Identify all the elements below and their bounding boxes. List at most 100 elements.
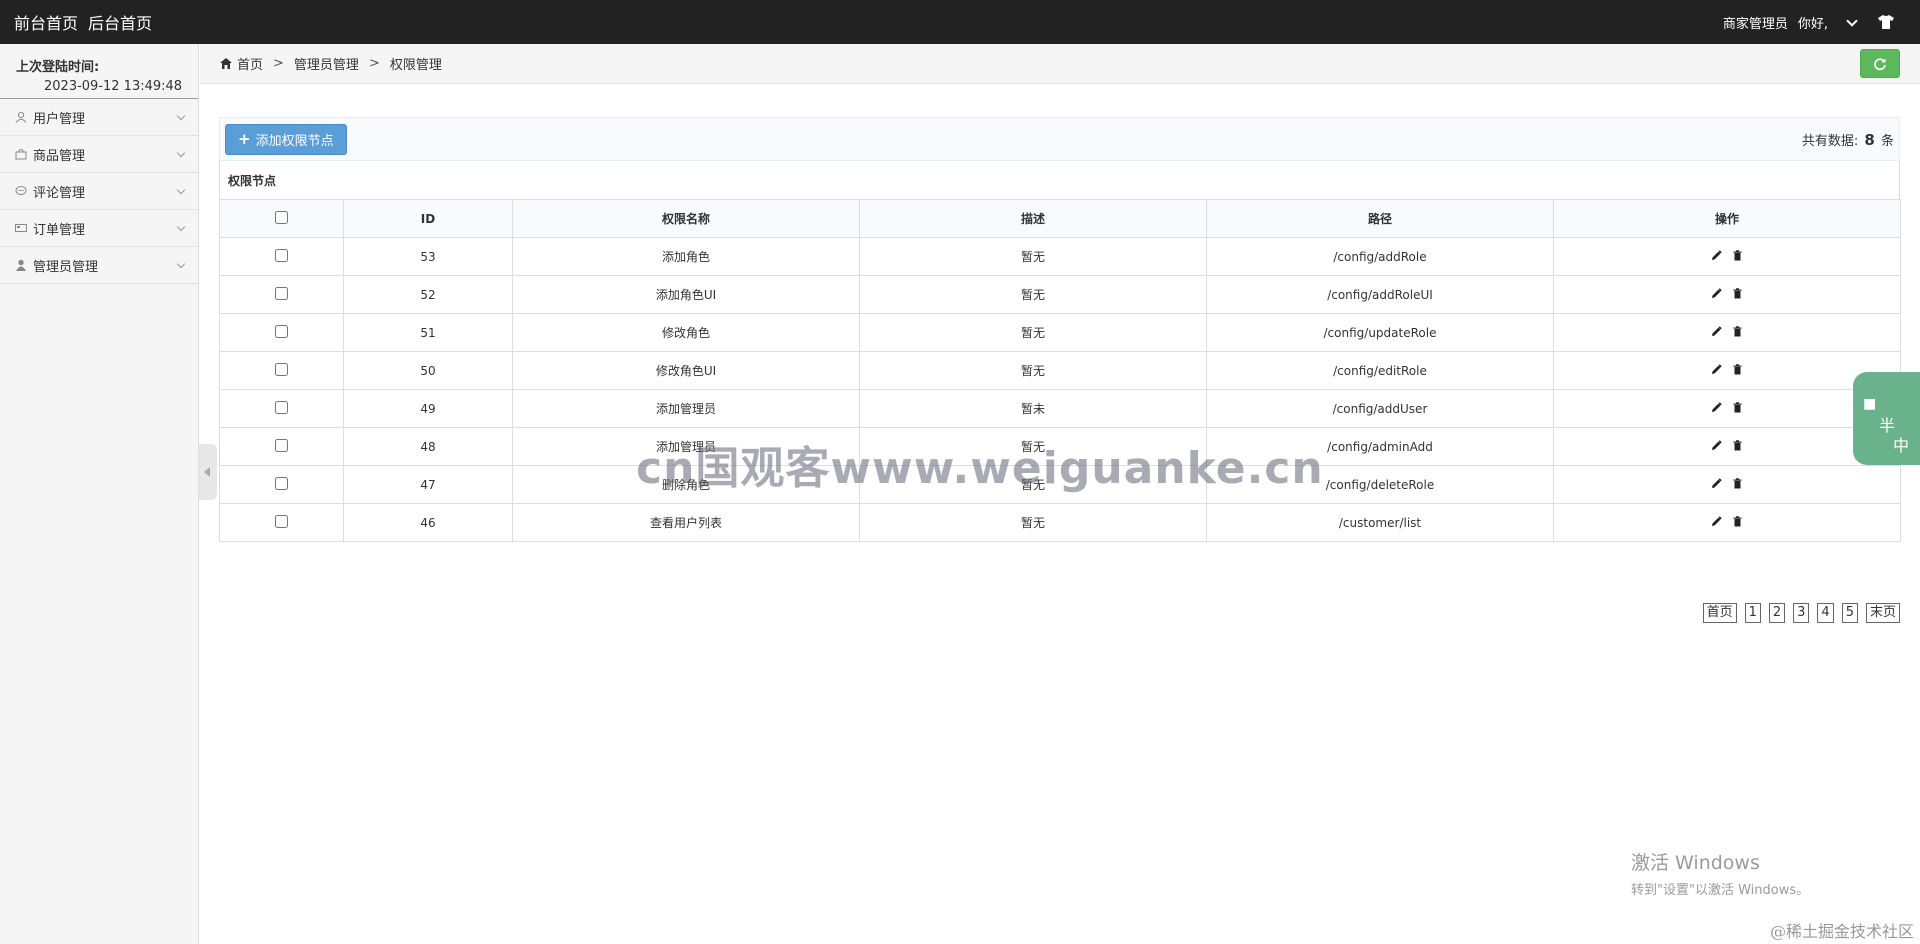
widget-chinese-label: 中 xyxy=(1893,436,1910,455)
sidebar-item-admins[interactable]: 管理员管理 xyxy=(0,247,198,284)
page-2[interactable]: 2 xyxy=(1768,603,1786,623)
count-prefix: 共有数据: xyxy=(1801,133,1859,149)
delete-icon[interactable] xyxy=(1732,249,1743,261)
page-first[interactable]: 首页 xyxy=(1702,603,1737,623)
shirt-icon: ■ xyxy=(1863,396,1877,412)
user-menu[interactable]: 商家管理员 你好, xyxy=(1723,13,1920,32)
card-icon xyxy=(15,224,27,232)
row-checkbox[interactable] xyxy=(275,514,288,528)
record-count: 共有数据: 8 条 xyxy=(1802,130,1894,149)
header-actions: 操作 xyxy=(1553,199,1901,238)
cell-description: 暂无 xyxy=(859,313,1207,352)
row-select-cell xyxy=(219,503,344,542)
edit-icon[interactable] xyxy=(1711,401,1722,413)
delete-icon[interactable] xyxy=(1732,515,1743,527)
add-button-label: 添加权限节点 xyxy=(255,133,334,149)
delete-icon[interactable] xyxy=(1732,287,1743,299)
sidebar-item-users[interactable]: 用户管理 xyxy=(0,99,198,136)
delete-icon[interactable] xyxy=(1732,325,1743,337)
delete-icon[interactable] xyxy=(1732,401,1743,413)
pagination: 首页 1 2 3 4 5 末页 xyxy=(1702,603,1900,623)
row-checkbox[interactable] xyxy=(275,362,288,376)
delete-icon[interactable] xyxy=(1732,439,1743,451)
delete-icon[interactable] xyxy=(1732,477,1743,489)
edit-icon[interactable] xyxy=(1711,363,1722,375)
chevron-down-icon[interactable] xyxy=(1846,14,1858,27)
sidebar-item-label: 用户管理 xyxy=(33,111,86,127)
sidebar-item-products[interactable]: 商品管理 xyxy=(0,136,198,173)
cell-description: 暂无 xyxy=(859,351,1207,390)
cell-path: /config/addRole xyxy=(1206,237,1554,276)
row-checkbox[interactable] xyxy=(275,476,288,490)
backend-home-link[interactable]: 后台首页 xyxy=(88,10,152,34)
cell-actions xyxy=(1553,351,1901,390)
page-3[interactable]: 3 xyxy=(1793,603,1810,623)
edit-icon[interactable] xyxy=(1711,439,1722,451)
row-select-cell xyxy=(219,389,344,428)
sidebar-collapse-toggle[interactable] xyxy=(199,444,217,500)
cell-description: 暂无 xyxy=(859,237,1207,276)
row-checkbox[interactable] xyxy=(275,248,288,262)
table-header-row: ID 权限名称 描述 路径 操作 xyxy=(219,199,1901,238)
cell-description: 暂无 xyxy=(859,503,1207,542)
edit-icon[interactable] xyxy=(1711,249,1722,261)
table-row: 53 添加角色 暂无/config/addRole xyxy=(219,237,1901,276)
cell-id: 51 xyxy=(343,313,513,352)
site-watermark: cn国观客www.weiguanke.cn xyxy=(636,443,1324,494)
breadcrumb-home[interactable]: 首页 xyxy=(237,54,263,73)
edit-icon[interactable] xyxy=(1711,477,1722,489)
header-name: 权限名称 xyxy=(512,199,860,238)
cell-name: 添加角色 xyxy=(512,237,860,276)
row-checkbox[interactable] xyxy=(275,286,288,300)
count-value: 8 xyxy=(1864,130,1875,149)
person-icon xyxy=(16,259,26,271)
sidebar-item-orders[interactable]: 订单管理 xyxy=(0,210,198,247)
cell-actions xyxy=(1553,503,1901,542)
cell-path: /config/addRoleUI xyxy=(1206,275,1554,314)
windows-activation-notice: 激活 Windows 转到"设置"以激活 Windows。 xyxy=(1631,848,1809,898)
cell-id: 47 xyxy=(343,465,513,504)
row-select-cell xyxy=(219,275,344,314)
edit-icon[interactable] xyxy=(1711,515,1722,527)
select-all-cell xyxy=(219,199,344,238)
page-5[interactable]: 5 xyxy=(1841,603,1858,623)
top-navbar: 前台首页 后台首页 商家管理员 你好, xyxy=(0,0,1920,44)
page-1[interactable]: 1 xyxy=(1744,603,1761,623)
frontend-home-link[interactable]: 前台首页 xyxy=(14,10,78,34)
cell-actions xyxy=(1553,427,1901,466)
page-last[interactable]: 末页 xyxy=(1865,603,1900,623)
breadcrumb-separator: > xyxy=(273,56,284,71)
sidebar-item-comments[interactable]: 评论管理 xyxy=(0,173,198,210)
last-login-time: 2023-09-12 13:49:48 xyxy=(44,79,183,94)
sidebar-item-label: 订单管理 xyxy=(33,222,86,238)
cell-description: 暂未 xyxy=(859,389,1207,428)
row-select-cell xyxy=(219,237,344,276)
sidebar-item-label: 评论管理 xyxy=(33,185,86,201)
cell-id: 49 xyxy=(343,389,513,428)
table-row: 51 修改角色 暂无/config/updateRole xyxy=(219,313,1901,352)
last-login-box: 上次登陆时间: 2023-09-12 13:49:48 xyxy=(0,44,198,99)
page-4[interactable]: 4 xyxy=(1817,603,1834,623)
cell-id: 53 xyxy=(343,237,513,276)
table-row: 50 修改角色UI 暂无/config/editRole xyxy=(219,351,1901,390)
shirt-icon[interactable] xyxy=(1878,15,1894,29)
input-method-widget[interactable]: ■ 半 中 xyxy=(1853,372,1920,465)
row-checkbox[interactable] xyxy=(275,400,288,414)
cell-actions xyxy=(1553,313,1901,352)
edit-icon[interactable] xyxy=(1711,287,1722,299)
row-checkbox[interactable] xyxy=(275,438,288,452)
refresh-button[interactable] xyxy=(1860,49,1900,78)
breadcrumb-admin-management[interactable]: 管理员管理 xyxy=(294,54,359,73)
edit-icon[interactable] xyxy=(1711,325,1722,337)
select-all-checkbox[interactable] xyxy=(275,210,288,224)
sidebar-item-label: 管理员管理 xyxy=(33,259,99,275)
user-role: 商家管理员 xyxy=(1722,16,1788,32)
refresh-icon xyxy=(1874,57,1886,70)
add-permission-node-button[interactable]: + 添加权限节点 xyxy=(225,123,347,155)
bag-icon xyxy=(15,149,27,160)
plus-icon: + xyxy=(238,130,251,148)
comment-icon xyxy=(15,186,27,195)
delete-icon[interactable] xyxy=(1732,363,1743,375)
user-icon xyxy=(15,111,27,123)
row-checkbox[interactable] xyxy=(275,324,288,338)
